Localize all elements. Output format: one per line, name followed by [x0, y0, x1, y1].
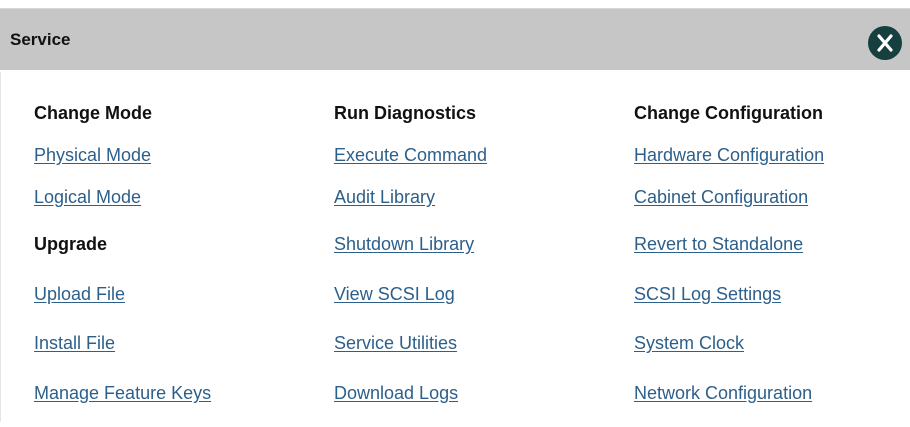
link-audit-library[interactable]: Audit Library	[334, 187, 435, 208]
dialog-header: Service	[0, 8, 910, 70]
close-x-icon	[877, 34, 893, 52]
link-system-clock[interactable]: System Clock	[634, 333, 744, 354]
link-execute-command[interactable]: Execute Command	[334, 145, 487, 166]
close-button[interactable]	[868, 26, 902, 60]
heading-change-configuration: Change Configuration	[634, 103, 823, 123]
link-physical-mode[interactable]: Physical Mode	[34, 145, 151, 166]
service-dialog: Service Change Mode Physical Mode Logica…	[0, 0, 910, 427]
link-install-file[interactable]: Install File	[34, 333, 115, 354]
dialog-left-border	[0, 72, 1, 422]
link-scsi-log-settings[interactable]: SCSI Log Settings	[634, 284, 781, 305]
link-view-scsi-log[interactable]: View SCSI Log	[334, 284, 455, 305]
link-service-utilities[interactable]: Service Utilities	[334, 333, 457, 354]
link-cabinet-configuration[interactable]: Cabinet Configuration	[634, 187, 808, 208]
heading-run-diagnostics: Run Diagnostics	[334, 103, 477, 123]
link-hardware-configuration[interactable]: Hardware Configuration	[634, 145, 824, 166]
link-download-logs[interactable]: Download Logs	[334, 383, 458, 404]
link-manage-feature-keys[interactable]: Manage Feature Keys	[34, 383, 211, 404]
link-network-configuration[interactable]: Network Configuration	[634, 383, 812, 404]
link-upload-file[interactable]: Upload File	[34, 284, 125, 305]
heading-upgrade: Upgrade	[34, 234, 108, 254]
dialog-title: Service	[10, 30, 71, 49]
link-logical-mode[interactable]: Logical Mode	[34, 187, 141, 208]
link-revert-to-standalone[interactable]: Revert to Standalone	[634, 234, 803, 255]
link-shutdown-library[interactable]: Shutdown Library	[334, 234, 474, 255]
heading-change-mode: Change Mode	[34, 103, 153, 123]
